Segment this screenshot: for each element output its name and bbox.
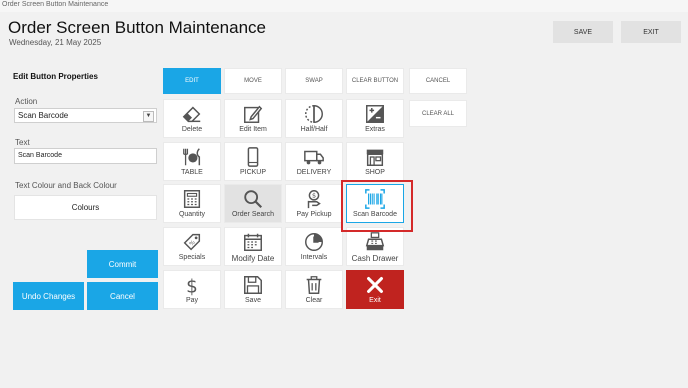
trash-icon — [306, 276, 322, 294]
text-field[interactable]: Scan Barcode — [14, 148, 157, 164]
selection-highlight — [341, 180, 413, 232]
grid-button-label: Clear — [305, 297, 323, 304]
hand-money-icon: $ — [307, 190, 321, 209]
grid-button-label: Modify Date — [231, 254, 275, 263]
grid-button-pickup[interactable]: PICKUP — [224, 142, 282, 181]
clear-all-button[interactable]: CLEAR ALL — [409, 100, 467, 127]
cancel-button[interactable]: Cancel — [87, 282, 158, 310]
grid-button-extras[interactable]: Extras — [346, 99, 404, 138]
tag-icon: % — [183, 233, 201, 251]
grid-button-half-half[interactable]: Half/Half — [285, 99, 343, 138]
page-date: Wednesday, 21 May 2025 — [9, 38, 102, 47]
plus-minus-icon — [366, 105, 384, 123]
grid-button-pay-pickup[interactable]: $ Pay Pickup — [285, 184, 343, 223]
exit-button[interactable]: EXIT — [621, 21, 681, 43]
save-button[interactable]: SAVE — [553, 21, 613, 43]
window-title: Order Screen Button Maintenance — [2, 1, 109, 8]
grid-button-shop[interactable]: SHOP — [346, 142, 404, 181]
swap-mode-button[interactable]: SWAP — [285, 68, 343, 94]
edit-icon — [244, 105, 263, 123]
search-icon — [244, 190, 263, 209]
grid-button-label: PICKUP — [239, 169, 267, 176]
grid-button-quantity[interactable]: Quantity — [163, 184, 221, 223]
text-label: Text — [15, 138, 30, 147]
grid-button-edit-item[interactable]: Edit Item — [224, 99, 282, 138]
grid-button-label: Pay Pickup — [296, 211, 332, 218]
half-icon — [305, 105, 323, 123]
action-select[interactable]: Scan Barcode ▼ — [14, 108, 157, 123]
grid-button-cash-drawer[interactable]: Cash Drawer — [346, 227, 404, 266]
dollar-icon: $ — [186, 276, 198, 296]
grid-button-exit[interactable]: Exit — [346, 270, 404, 309]
grid-button-label: DELIVERY — [296, 169, 332, 176]
svg-text:$: $ — [186, 276, 198, 296]
grid-button-label: Pay — [185, 297, 199, 304]
svg-text:$: $ — [312, 192, 316, 200]
grid-button-label: Order Search — [231, 211, 275, 218]
colours-button[interactable]: Colours — [14, 195, 157, 220]
action-label: Action — [15, 97, 38, 106]
grid-button-label: Delete — [181, 126, 203, 133]
grid-button-label: Extras — [365, 126, 385, 133]
undo-changes-button[interactable]: Undo Changes — [13, 282, 84, 310]
grid-button-label: SHOP — [365, 169, 385, 176]
grid-button-label: Specials — [178, 254, 206, 261]
grid-button-table[interactable]: TABLE — [163, 142, 221, 181]
clear-button-mode-button[interactable]: CLEAR BUTTON — [346, 68, 404, 94]
floppy-icon — [244, 276, 262, 294]
grid-button-save[interactable]: Save — [224, 270, 282, 309]
move-mode-button[interactable]: MOVE — [224, 68, 282, 94]
truck-icon — [304, 150, 324, 165]
commit-button[interactable]: Commit — [87, 250, 158, 278]
grid-button-label: Save — [245, 297, 261, 304]
phone-icon — [247, 147, 259, 167]
cancel-mode-button[interactable]: CANCEL — [409, 68, 467, 94]
panel-title: Edit Button Properties — [13, 72, 98, 81]
dining-icon — [183, 148, 201, 166]
page-title: Order Screen Button Maintenance — [8, 18, 266, 37]
grid-button-clear[interactable]: Clear — [285, 270, 343, 309]
action-select-value: Scan Barcode — [18, 111, 69, 120]
grid-button-label: Edit Item — [239, 126, 267, 133]
chevron-down-icon[interactable]: ▼ — [143, 111, 154, 122]
grid-button-modify-date[interactable]: Modify Date — [224, 227, 282, 266]
grid-button-label: Exit — [369, 297, 381, 304]
grid-button-label: Intervals — [300, 254, 328, 261]
cash-register-icon — [365, 232, 385, 251]
close-icon — [367, 277, 383, 293]
grid-button-pay[interactable]: $ Pay — [163, 270, 221, 309]
svg-text:%: % — [189, 240, 197, 248]
edit-mode-button[interactable]: EDIT — [163, 68, 221, 94]
grid-button-label: Quantity — [178, 211, 206, 218]
shop-icon — [366, 149, 384, 166]
grid-button-label: TABLE — [181, 169, 203, 176]
grid-button-order-search[interactable]: Order Search — [224, 184, 282, 223]
window-titlebar: Order Screen Button Maintenance — [0, 0, 688, 12]
calculator-icon — [183, 190, 201, 208]
eraser-icon — [182, 106, 201, 123]
colour-label: Text Colour and Back Colour — [15, 181, 117, 190]
grid-button-label: Half/Half — [300, 126, 328, 133]
clock-icon — [305, 233, 323, 251]
grid-button-delivery[interactable]: DELIVERY — [285, 142, 343, 181]
grid-button-label: Cash Drawer — [351, 254, 399, 263]
calendar-icon — [244, 233, 262, 251]
grid-button-specials[interactable]: % Specials — [163, 227, 221, 266]
grid-button-delete[interactable]: Delete — [163, 99, 221, 138]
grid-button-intervals[interactable]: Intervals — [285, 227, 343, 266]
